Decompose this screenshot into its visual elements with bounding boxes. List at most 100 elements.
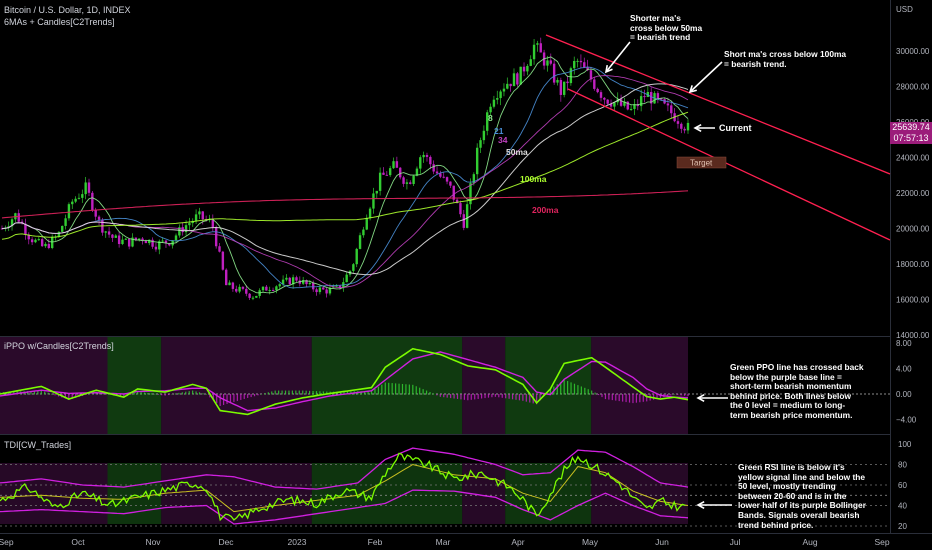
ppo-histogram-bar xyxy=(370,391,373,395)
x-tick-label: Sep xyxy=(874,537,889,547)
ppo-histogram-bar xyxy=(284,390,287,395)
ppo-histogram-bar xyxy=(515,394,517,400)
ppo-histogram-bar xyxy=(171,394,173,395)
ppo-histogram-bar xyxy=(133,392,135,395)
candle-body xyxy=(358,235,362,249)
candle-body xyxy=(295,277,298,281)
ppo-histogram-bar xyxy=(587,389,589,395)
annotation-current: Current xyxy=(719,123,752,133)
ppo-histogram-bar xyxy=(405,384,407,395)
annotation-line: term bearish price momentum. xyxy=(730,409,853,420)
ppo-histogram-bar xyxy=(154,393,156,395)
ppo-histogram-bar xyxy=(491,394,493,398)
candle-body xyxy=(40,239,44,247)
candle-body xyxy=(482,130,486,141)
candle-body xyxy=(34,239,37,243)
ma-line-34 xyxy=(1,75,689,288)
candle-body xyxy=(288,277,291,285)
price-tick-label: 30000.00 xyxy=(896,47,930,56)
ppo-histogram-bar xyxy=(425,390,428,395)
ppo-histogram-bar xyxy=(401,383,404,395)
ppo-tick-label: 8.00 xyxy=(896,339,912,348)
ma-label: 34 xyxy=(498,135,508,145)
candle-body xyxy=(121,239,124,245)
candle-body xyxy=(104,231,107,233)
candle-body xyxy=(559,80,563,95)
ppo-histogram-bar xyxy=(573,383,576,395)
candle-body xyxy=(117,235,121,245)
candle-body xyxy=(519,66,522,85)
candle-body xyxy=(388,168,392,176)
candle-body xyxy=(475,147,479,175)
ppo-title: iPPO w/Candles[C2Trends] xyxy=(4,341,114,351)
candle-body xyxy=(107,231,111,235)
annotation-tdi: Green RSI line is below it's yellow sign… xyxy=(738,462,866,530)
candle-body xyxy=(161,240,164,242)
ppo-histogram-bar xyxy=(51,393,53,395)
candle-body xyxy=(91,192,94,210)
ppo-histogram-bar xyxy=(198,392,201,395)
ppo-histogram-bar xyxy=(267,392,269,395)
price-tick-label: 28000.00 xyxy=(896,83,930,92)
ppo-histogram-bar xyxy=(181,392,183,395)
candle-body xyxy=(278,284,281,287)
ppo-histogram-bar xyxy=(628,394,631,403)
candle-body xyxy=(576,60,579,62)
candle-body xyxy=(666,103,670,106)
candlestick-series xyxy=(0,37,690,301)
ppo-histogram-bar xyxy=(295,390,297,395)
ma-label: 8 xyxy=(488,113,493,123)
ppo-histogram-bar xyxy=(44,391,46,395)
candle-body xyxy=(539,43,542,53)
candle-body xyxy=(422,154,425,158)
candle-body xyxy=(322,287,325,290)
ppo-histogram-bar xyxy=(185,391,187,395)
ppo-histogram-bar xyxy=(278,390,280,395)
x-tick-label: Jun xyxy=(655,537,669,547)
ppo-histogram-bar xyxy=(474,394,476,400)
ppo-histogram-bar xyxy=(456,394,459,399)
x-tick-label: Nov xyxy=(145,537,161,547)
ppo-histogram-bar xyxy=(250,394,252,398)
ppo-histogram-bar xyxy=(388,382,390,395)
ppo-histogram-bar xyxy=(460,394,462,400)
ppo-histogram-bar xyxy=(439,394,441,397)
ppo-regime-zone xyxy=(462,336,506,434)
candle-body xyxy=(50,236,54,249)
candle-body xyxy=(435,171,439,174)
candle-body xyxy=(432,164,435,172)
ppo-histogram-bar xyxy=(677,394,679,395)
candle-body xyxy=(71,201,74,205)
ppo-histogram-bar xyxy=(174,393,177,395)
ppo-tick-label: −4.00 xyxy=(896,416,917,425)
ppo-histogram-bar xyxy=(429,391,431,395)
candle-body xyxy=(375,190,378,194)
ppo-histogram-bar xyxy=(687,394,689,397)
ppo-histogram-bar xyxy=(618,394,620,402)
ppo-histogram-bar xyxy=(525,394,527,402)
ppo-histogram-bar xyxy=(47,392,49,395)
x-tick-label: 2023 xyxy=(288,537,307,547)
candle-body xyxy=(97,216,101,220)
tdi-regime-zone xyxy=(0,463,108,524)
ppo-histogram-bar xyxy=(453,394,455,399)
last-price: 25639.74 xyxy=(892,122,930,132)
candle-body xyxy=(409,182,412,184)
ppo-histogram-bar xyxy=(635,394,637,403)
candle-body xyxy=(124,238,128,240)
x-tick-label: Apr xyxy=(511,537,524,547)
candle-body xyxy=(606,99,609,104)
candle-body xyxy=(194,214,198,221)
panel-divider xyxy=(0,434,890,435)
candle-body xyxy=(536,43,539,45)
candle-body xyxy=(395,161,399,168)
candle-body xyxy=(462,214,465,228)
candle-body xyxy=(67,204,71,219)
price-tick-label: 22000.00 xyxy=(896,189,930,198)
x-tick-label: Oct xyxy=(71,537,85,547)
ppo-histogram-bar xyxy=(236,394,238,401)
ppo-regime-zone xyxy=(161,336,312,434)
candle-body xyxy=(549,60,552,64)
candle-body xyxy=(656,93,660,99)
candle-body xyxy=(231,282,235,289)
